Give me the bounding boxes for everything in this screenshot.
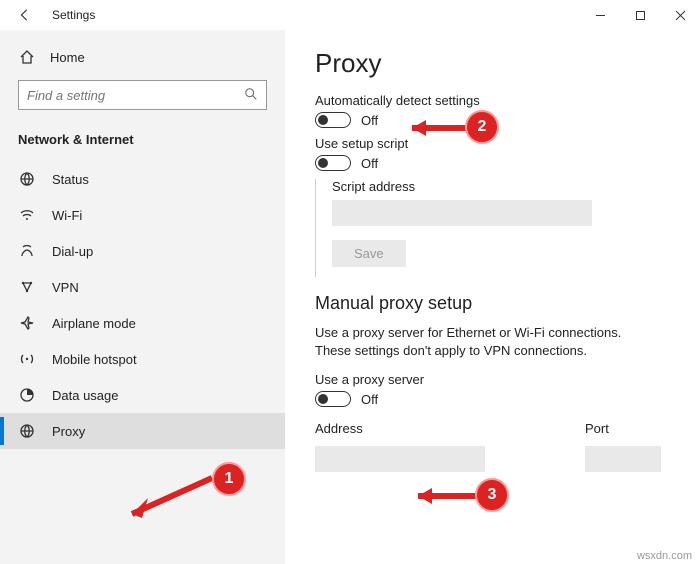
sidebar-item-hotspot[interactable]: Mobile hotspot (0, 341, 285, 377)
status-icon (18, 170, 36, 188)
search-box[interactable] (18, 80, 267, 110)
sidebar-item-status[interactable]: Status (0, 161, 285, 197)
address-label: Address (315, 421, 485, 436)
use-proxy-label: Use a proxy server (315, 372, 670, 387)
home-icon (18, 48, 36, 66)
proxy-icon (18, 422, 36, 440)
sidebar-item-airplane[interactable]: Airplane mode (0, 305, 285, 341)
window-controls (580, 0, 700, 30)
sidebar-item-datausage[interactable]: Data usage (0, 377, 285, 413)
close-button[interactable] (660, 0, 700, 30)
search-icon (244, 87, 258, 104)
back-button[interactable] (12, 2, 38, 28)
sidebar-group-header: Network & Internet (0, 126, 285, 161)
sidebar-item-dialup[interactable]: Dial-up (0, 233, 285, 269)
window-title: Settings (52, 8, 95, 22)
dialup-icon (18, 242, 36, 260)
hotspot-icon (18, 350, 36, 368)
manual-desc: Use a proxy server for Ethernet or Wi-Fi… (315, 324, 635, 360)
sidebar-item-wifi[interactable]: Wi-Fi (0, 197, 285, 233)
titlebar: Settings (0, 0, 700, 30)
use-proxy-toggle[interactable] (315, 391, 351, 407)
sidebar-item-label: Data usage (52, 388, 119, 403)
datausage-icon (18, 386, 36, 404)
annotation-badge-3: 3 (475, 478, 509, 512)
sidebar-item-label: Airplane mode (52, 316, 136, 331)
port-label: Port (585, 421, 661, 436)
sidebar-item-label: Dial-up (52, 244, 93, 259)
auto-detect-state: Off (361, 113, 378, 128)
auto-detect-label: Automatically detect settings (315, 93, 670, 108)
sidebar-item-proxy[interactable]: Proxy (0, 413, 285, 449)
annotation-arrow-3 (400, 484, 480, 511)
use-script-toggle[interactable] (315, 155, 351, 171)
annotation-arrow-1 (108, 468, 218, 531)
sidebar-item-label: VPN (52, 280, 79, 295)
watermark: wsxdn.com (637, 550, 692, 562)
sidebar-item-label: Status (52, 172, 89, 187)
minimize-button[interactable] (580, 0, 620, 30)
use-script-state: Off (361, 156, 378, 171)
search-input[interactable] (27, 88, 244, 103)
vpn-icon (18, 278, 36, 296)
sidebar-home-label: Home (50, 50, 85, 65)
maximize-button[interactable] (620, 0, 660, 30)
annotation-badge-1: 1 (212, 462, 246, 496)
airplane-icon (18, 314, 36, 332)
annotation-arrow-2 (394, 116, 470, 143)
sidebar-home[interactable]: Home (0, 40, 285, 80)
address-input[interactable] (315, 446, 485, 472)
manual-title: Manual proxy setup (315, 293, 670, 314)
sidebar-item-label: Mobile hotspot (52, 352, 137, 367)
sidebar-item-label: Proxy (52, 424, 85, 439)
script-address-input[interactable] (332, 200, 592, 226)
save-button[interactable]: Save (332, 240, 406, 267)
sidebar-item-label: Wi-Fi (52, 208, 82, 223)
sidebar-item-vpn[interactable]: VPN (0, 269, 285, 305)
wifi-icon (18, 206, 36, 224)
script-address-label: Script address (332, 179, 670, 194)
use-proxy-state: Off (361, 392, 378, 407)
annotation-badge-2: 2 (465, 110, 499, 144)
auto-detect-toggle[interactable] (315, 112, 351, 128)
page-title: Proxy (315, 48, 670, 79)
port-input[interactable] (585, 446, 661, 472)
